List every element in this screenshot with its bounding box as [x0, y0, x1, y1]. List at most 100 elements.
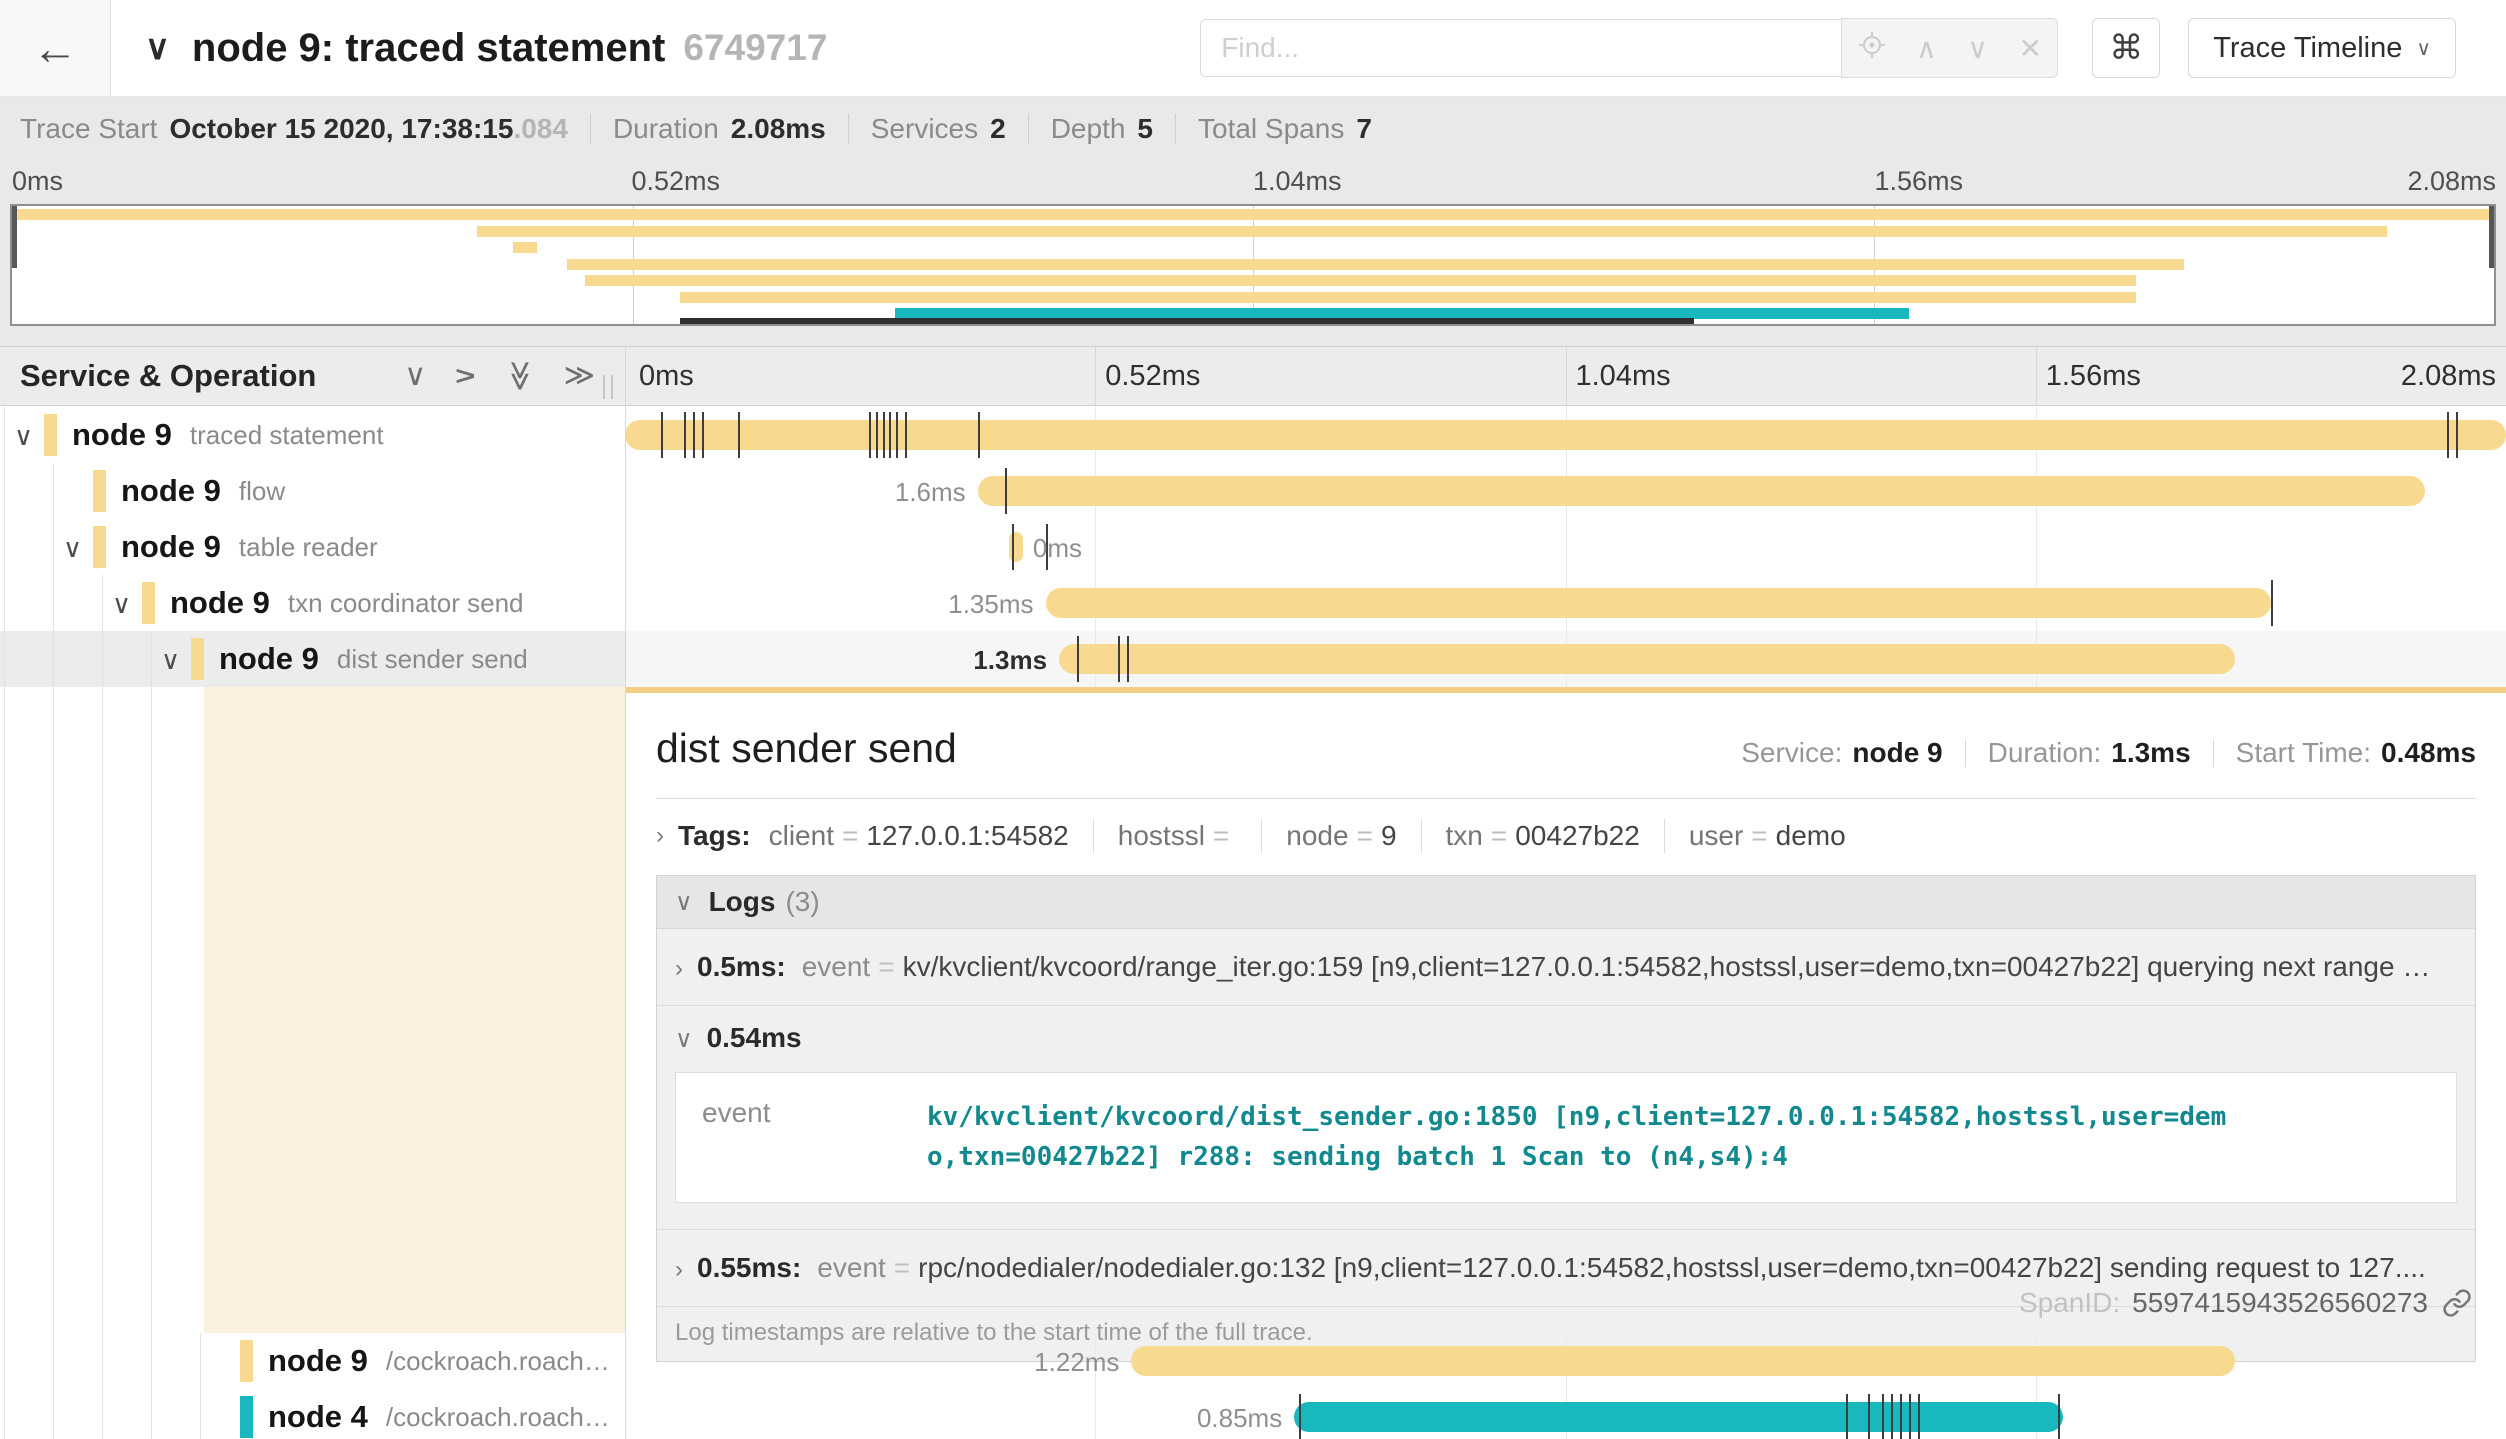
log-timestamp: 0.55ms:: [697, 1252, 801, 1284]
span-bar-cell[interactable]: 1.6ms: [625, 463, 2506, 519]
next-result-icon[interactable]: ∨: [1967, 32, 1988, 65]
span-detail-panel: dist sender send Service: node 9 Duratio…: [626, 687, 2506, 1333]
span-tree-cell[interactable]: ∨ node 9flow: [0, 463, 625, 519]
chevron-down-icon[interactable]: ∨: [14, 421, 33, 452]
summary-value: 2.08ms: [731, 113, 826, 145]
tags-row[interactable]: › Tags: client=127.0.0.1:54582 hostssl= …: [656, 819, 2476, 853]
span-row[interactable]: ∨ node 4/cockroach.roachpb.I… 0.85ms: [0, 1389, 2506, 1439]
minimap-right-scrubber[interactable]: [2489, 206, 2494, 268]
column-resizer[interactable]: [603, 375, 613, 399]
find-toolbar: ∧ ∨ ✕ ⌘ Trace Timeline ∨: [1200, 18, 2456, 78]
tags-label: Tags:: [678, 820, 751, 852]
log-row-header[interactable]: ∨ 0.54ms: [675, 1022, 2457, 1054]
tag-chip: user=demo: [1689, 820, 1846, 852]
chevron-down-icon: ∨: [675, 888, 693, 917]
minimap-span-rows: [12, 206, 2494, 324]
span-row-selected[interactable]: ∨ node 9dist sender send 1.3ms: [0, 631, 2506, 687]
operation-name: dist sender send: [337, 644, 528, 675]
expand-all-icon[interactable]: ≫: [564, 361, 595, 391]
span-bar[interactable]: [1046, 588, 2271, 618]
summary-value: 5: [1137, 113, 1153, 145]
page-title: node 9: traced statement: [192, 26, 665, 71]
span-bar[interactable]: [1059, 644, 2235, 674]
keyboard-shortcuts-button[interactable]: ⌘: [2092, 18, 2160, 78]
span-row[interactable]: ∨ node 9txn coordinator send 1.35ms: [0, 575, 2506, 631]
duration-label: 1.22ms: [1034, 1347, 1119, 1378]
span-tree-cell[interactable]: ∨ node 9txn coordinator send: [0, 575, 625, 631]
log-fields-table: event kv/kvclient/kvcoord/dist_sender.go…: [675, 1072, 2457, 1203]
prev-result-icon[interactable]: ∧: [1916, 32, 1937, 65]
chevron-down-icon[interactable]: ∨: [161, 645, 180, 676]
duration-label: 1.3ms: [973, 645, 1047, 676]
minimap-canvas[interactable]: [10, 204, 2496, 326]
operation-name: flow: [239, 476, 285, 507]
expand-one-icon[interactable]: ∨: [450, 365, 480, 387]
back-button[interactable]: ←: [0, 0, 111, 96]
logs-title: Logs: [709, 886, 776, 918]
span-row[interactable]: ∨ node 9traced statement: [0, 407, 2506, 463]
span-bar-cell[interactable]: 1.22ms: [625, 1333, 2506, 1389]
span-row[interactable]: ∨ node 9 table reader 0ms: [0, 519, 2506, 575]
span-id-label: SpanID:: [2019, 1287, 2120, 1319]
timeline-header-ruler: 0ms 0.52ms 1.04ms 1.56ms 2.08ms: [625, 347, 2506, 405]
column-divider: [625, 346, 626, 1439]
span-tree-cell[interactable]: ∨ node 4/cockroach.roachpb.I…: [0, 1389, 625, 1439]
summary-value: 2: [990, 113, 1006, 145]
chevron-down-icon[interactable]: ∨: [145, 28, 170, 68]
back-arrow-icon: ←: [32, 21, 78, 75]
summary-value-suffix: .084: [513, 113, 568, 145]
timeline-header: Service & Operation ∨ ∨ ≫ ≫ 0ms 0.52ms 1…: [0, 346, 2506, 406]
locate-icon[interactable]: [1858, 31, 1886, 66]
span-bar[interactable]: [978, 476, 2425, 506]
span-bar-cell[interactable]: 0.85ms: [625, 1389, 2506, 1439]
detail-meta-value: 1.3ms: [2111, 737, 2190, 769]
detail-meta-label: Service:: [1741, 737, 1842, 769]
logs-header[interactable]: ∨ Logs (3): [657, 876, 2475, 929]
span-tree-cell[interactable]: ∨ node 9traced statement: [0, 407, 625, 463]
operation-name: traced statement: [190, 420, 384, 451]
span-bar-cell[interactable]: 1.35ms: [625, 575, 2506, 631]
summary-label: Depth: [1051, 113, 1126, 145]
selected-span-highlight: [204, 687, 625, 1333]
trace-summary-bar: Trace Start October 15 2020, 17:38:15.08…: [0, 97, 2506, 160]
span-bar[interactable]: [1294, 1402, 2063, 1432]
command-icon: ⌘: [2109, 28, 2143, 68]
find-input[interactable]: [1200, 19, 1841, 77]
summary-value: 7: [1356, 113, 1372, 145]
span-bar-cell[interactable]: [625, 407, 2506, 463]
span-tree-cell[interactable]: ∨ node 9 table reader: [0, 519, 625, 575]
minimap-left-scrubber[interactable]: [12, 206, 17, 268]
collapse-all-icon[interactable]: ≫: [505, 360, 535, 391]
span-bar-cell[interactable]: 0ms: [625, 519, 2506, 575]
service-name: node 9: [121, 529, 221, 565]
span-id-value: 5597415943526560273: [2132, 1287, 2428, 1319]
chevron-right-icon: ›: [675, 1256, 683, 1284]
span-tree-cell[interactable]: ∨ node 9/cockroach.roachpb.I…: [0, 1333, 625, 1389]
span-detail-title: dist sender send: [656, 725, 957, 772]
chevron-right-icon[interactable]: ›: [656, 822, 664, 850]
copy-link-icon[interactable]: [2442, 1288, 2472, 1318]
duration-label: 0.85ms: [1197, 1403, 1282, 1434]
minimap-viewport-bar[interactable]: [680, 318, 1694, 324]
span-id-row: SpanID: 5597415943526560273: [2019, 1287, 2472, 1319]
log-row[interactable]: › 0.5ms: event=kv/kvclient/kvcoord/range…: [657, 929, 2475, 1006]
find-tools: ∧ ∨ ✕: [1841, 18, 2058, 78]
summary-label: Duration: [613, 113, 719, 145]
view-selector-button[interactable]: Trace Timeline ∨: [2188, 18, 2456, 78]
detail-meta-label: Start Time:: [2236, 737, 2371, 769]
span-bar[interactable]: [1131, 1346, 2234, 1376]
service-color-bar: [44, 414, 57, 456]
span-bar-cell[interactable]: 1.3ms: [625, 631, 2506, 687]
collapse-one-icon[interactable]: ∨: [404, 361, 426, 391]
span-row[interactable]: ∨ node 9/cockroach.roachpb.I… 1.22ms: [0, 1333, 2506, 1389]
span-tree-cell[interactable]: ∨ node 9dist sender send: [0, 631, 625, 687]
service-color-bar: [191, 638, 204, 680]
clear-search-icon[interactable]: ✕: [2018, 32, 2041, 65]
chevron-down-icon[interactable]: ∨: [63, 533, 82, 564]
trace-timeline-page: ← ∨ node 9: traced statement 6749717 ∧ ∨…: [0, 0, 2506, 1439]
span-row[interactable]: ∨ node 9flow 1.6ms: [0, 463, 2506, 519]
minimap-ticks: 0ms 0.52ms 1.04ms 1.56ms 2.08ms: [10, 166, 2496, 202]
chevron-down-icon[interactable]: ∨: [112, 589, 131, 620]
view-selector-label: Trace Timeline: [2213, 32, 2402, 65]
operation-name: table reader: [239, 532, 378, 563]
